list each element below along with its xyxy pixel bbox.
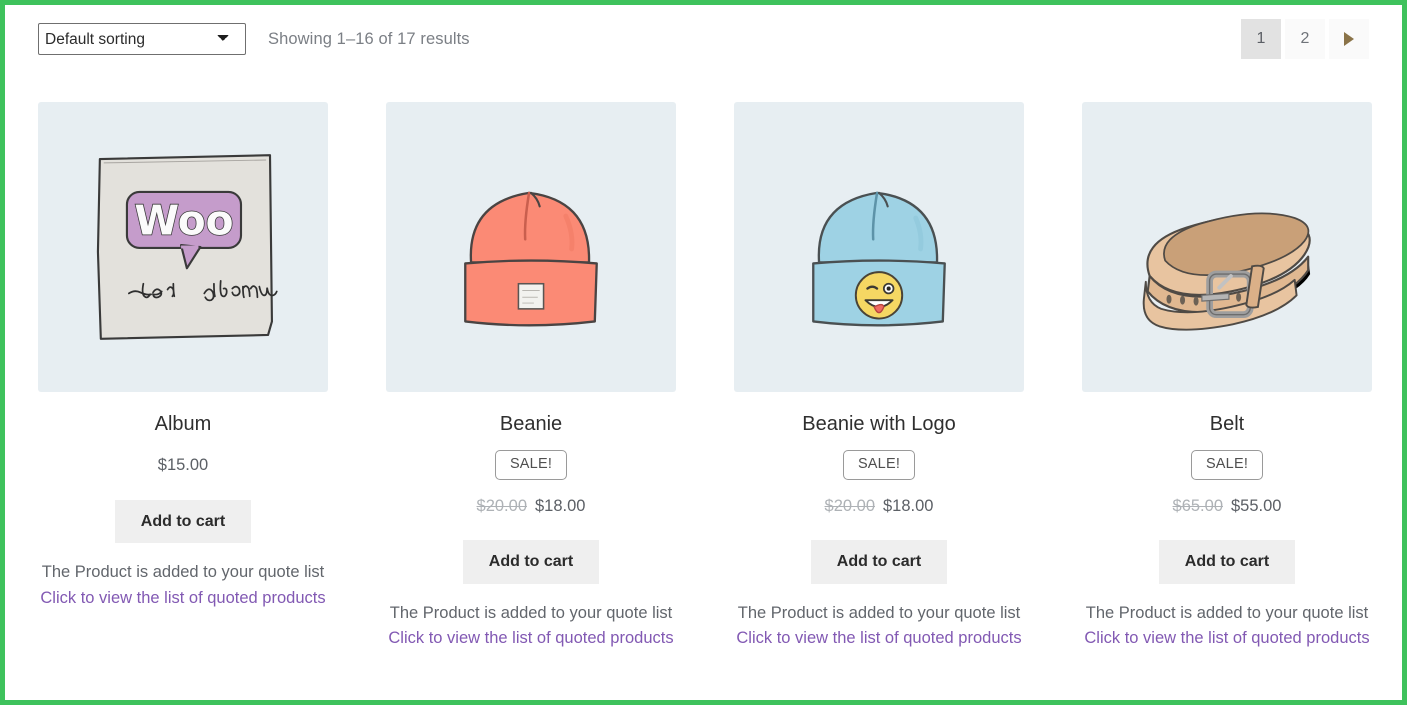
svg-text:Woo: Woo — [134, 196, 233, 244]
view-quote-list-link[interactable]: Click to view the list of quoted product… — [40, 586, 325, 612]
product-price: $20.00 $18.00 — [477, 497, 586, 517]
orange-beanie-image — [464, 191, 598, 327]
album-cover-image: Woo — [96, 154, 278, 340]
product-price-sale: $18.00 — [883, 496, 934, 515]
shop-page: Default sorting Showing 1–16 of 17 resul… — [0, 0, 1407, 705]
sale-badge: SALE! — [1190, 450, 1264, 480]
add-to-cart-button[interactable]: Add to cart — [810, 540, 948, 584]
view-quote-list-link[interactable]: Click to view the list of quoted product… — [1084, 626, 1369, 652]
product-title[interactable]: Belt — [1210, 412, 1244, 436]
product-price-regular: $20.00 — [824, 496, 875, 515]
product-image-belt[interactable] — [1082, 102, 1372, 392]
quote-list-note: The Product is added to your quote list — [737, 603, 1021, 622]
product-price: $20.00 $18.00 — [825, 497, 934, 517]
product-price: $65.00 $55.00 — [1173, 497, 1282, 517]
sorting-select[interactable]: Default sorting — [38, 23, 246, 55]
quote-list-note: The Product is added to your quote list — [1085, 603, 1369, 622]
add-to-cart-button[interactable]: Add to cart — [114, 499, 252, 544]
product-title[interactable]: Beanie with Logo — [802, 412, 955, 436]
product-price-sale: $55.00 — [1231, 496, 1282, 515]
add-to-cart-button[interactable]: Add to cart — [1158, 540, 1296, 584]
product-grid: Woo Album $15.00 Add to cart The Product… — [38, 102, 1372, 652]
pagination: 1 2 — [1241, 19, 1369, 59]
product-card-beanie[interactable]: Beanie SALE! $20.00 $18.00 Add to cart Th… — [386, 102, 676, 652]
product-image-album[interactable]: Woo — [38, 102, 328, 392]
sale-badge: SALE! — [842, 450, 916, 480]
product-title[interactable]: Album — [155, 412, 212, 436]
view-quote-list-link[interactable]: Click to view the list of quoted product… — [736, 626, 1021, 652]
result-count: Showing 1–16 of 17 results — [268, 29, 470, 48]
product-price-current: $15.00 — [157, 456, 209, 474]
add-to-cart-button[interactable]: Add to cart — [462, 540, 600, 584]
product-card-belt[interactable]: Belt SALE! $65.00 $55.00 Add to cart The … — [1082, 102, 1372, 652]
sale-badge: SALE! — [494, 450, 568, 480]
product-price-sale: $18.00 — [535, 496, 586, 515]
chevron-right-icon — [1344, 32, 1354, 46]
product-price: $15.00 — [158, 456, 208, 476]
product-price-regular: $65.00 — [1172, 496, 1223, 515]
pagination-page-1[interactable]: 1 — [1241, 19, 1281, 59]
blue-beanie-logo-image — [812, 191, 946, 327]
product-image-beanie-with-logo[interactable] — [734, 102, 1024, 392]
view-quote-list-link[interactable]: Click to view the list of quoted product… — [388, 626, 673, 652]
product-price-regular: $20.00 — [476, 496, 527, 515]
shop-toolbar: Default sorting Showing 1–16 of 17 resul… — [5, 18, 1402, 60]
pagination-page-2[interactable]: 2 — [1285, 19, 1325, 59]
product-card-album[interactable]: Woo Album $15.00 Add to cart The Product… — [38, 102, 328, 652]
quote-list-note: The Product is added to your quote list — [41, 563, 325, 582]
pagination-next-button[interactable] — [1329, 19, 1369, 59]
product-image-beanie[interactable] — [386, 102, 676, 392]
product-title[interactable]: Beanie — [500, 412, 562, 436]
quote-list-note: The Product is added to your quote list — [389, 603, 673, 622]
tan-leather-belt-image — [1142, 212, 1311, 331]
product-card-beanie-with-logo[interactable]: Beanie with Logo SALE! $20.00 $18.00 Add … — [734, 102, 1024, 652]
